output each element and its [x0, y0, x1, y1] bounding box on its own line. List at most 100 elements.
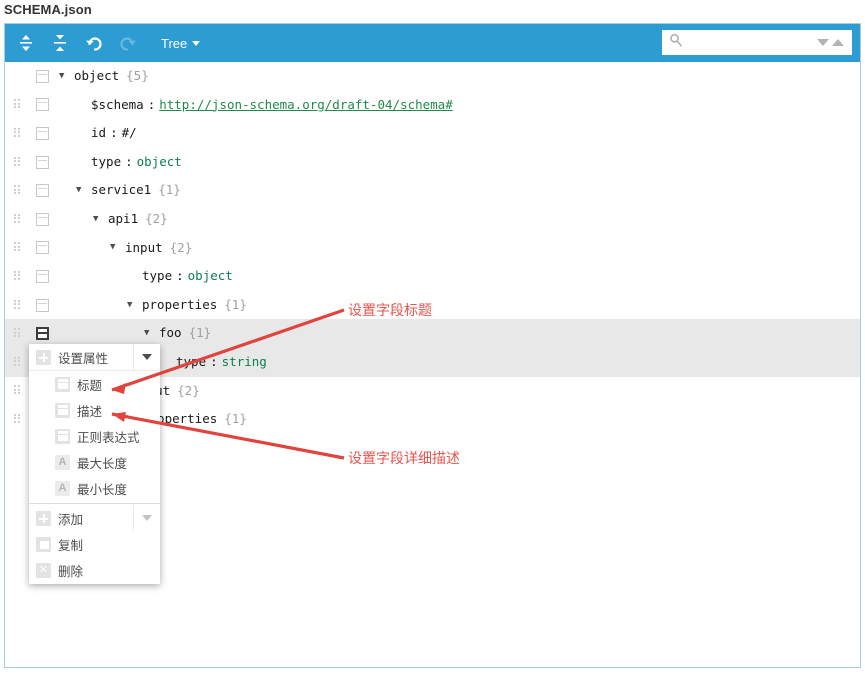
context-menu-item[interactable]: 标题 — [29, 371, 160, 397]
tree-row-value[interactable]: #/ — [122, 127, 137, 140]
child-count: {2} — [145, 211, 168, 227]
tree-row-content: $schema: http://json-schema.org/draft-04/… — [76, 98, 453, 112]
drag-handle-icon[interactable] — [10, 377, 24, 406]
context-menu-item[interactable]: A 最小长度 — [29, 475, 160, 501]
search-navigation — [817, 39, 851, 46]
tree-row-content: type: object — [76, 155, 182, 169]
expander-triangle-icon[interactable]: ▼ — [144, 329, 156, 338]
drag-handle-icon[interactable] — [10, 319, 24, 348]
tree-row[interactable]: ▼ object {5} — [5, 62, 860, 91]
drag-handle-icon[interactable] — [10, 348, 24, 377]
drag-handle-icon — [10, 62, 24, 91]
drag-handle-icon[interactable] — [10, 405, 24, 434]
tree-row[interactable]: ▼ input {2} — [5, 234, 860, 263]
redo-icon[interactable] — [113, 28, 143, 58]
tree-row-value[interactable]: object — [137, 155, 182, 169]
tree-row[interactable]: type: object — [5, 262, 860, 291]
row-menu-button[interactable] — [36, 212, 49, 226]
tree-row-value[interactable]: object — [188, 270, 233, 283]
undo-icon[interactable] — [79, 28, 109, 58]
tree-row[interactable]: $schema: http://json-schema.org/draft-04/… — [5, 91, 860, 120]
tree-row[interactable]: ▼ service1 {1} — [5, 176, 860, 205]
row-menu-button[interactable] — [36, 269, 49, 283]
text-field-icon — [55, 376, 70, 392]
caret-down-icon[interactable] — [133, 505, 160, 531]
tree-row-content: ▼ input {2} — [110, 241, 192, 255]
tree-row-content: ▼ service1 {1} — [76, 184, 181, 197]
expander-triangle-icon[interactable]: ▼ — [59, 71, 71, 81]
triangle-down-icon[interactable] — [817, 39, 829, 46]
expander-triangle-icon[interactable]: ▼ — [110, 243, 122, 252]
tree-row-value-link[interactable]: http://json-schema.org/draft-04/schema# — [159, 98, 453, 112]
annotation-set-field-description: 设置字段详细描述 — [348, 451, 460, 467]
tree-row[interactable]: id: #/ — [5, 119, 860, 148]
tree-row-content: type: string — [161, 355, 267, 369]
row-menu-button[interactable] — [36, 126, 49, 140]
tree-row-key[interactable]: service1 — [91, 184, 151, 197]
tree-row-key[interactable]: $schema — [91, 98, 144, 112]
tree-row[interactable]: type: object — [5, 148, 860, 177]
drag-handle-icon[interactable] — [10, 262, 24, 291]
drag-handle-icon[interactable] — [10, 205, 24, 234]
context-menu-item[interactable]: 添加 — [29, 505, 160, 531]
tree-row[interactable]: ▼properties {1} — [5, 291, 860, 320]
context-menu-item[interactable]: A 最大长度 — [29, 449, 160, 475]
search-box[interactable] — [662, 30, 852, 55]
tree-row-key[interactable]: type — [91, 155, 121, 169]
tree-row[interactable]: ▼ api1 {2} — [5, 205, 860, 234]
drag-handle-icon[interactable] — [10, 119, 24, 148]
drag-handle-icon[interactable] — [10, 176, 24, 205]
tree-row-key[interactable]: type — [176, 355, 206, 369]
drag-handle-icon[interactable] — [10, 234, 24, 263]
tree-row-key[interactable]: input — [125, 241, 163, 255]
context-menu-item[interactable]: 复制 — [29, 531, 160, 557]
key-value-separator: : — [110, 125, 118, 141]
plus-icon — [36, 349, 51, 365]
row-menu-button[interactable] — [36, 184, 49, 198]
context-menu-item-label: 正则表达式 — [77, 430, 140, 445]
expander-triangle-icon[interactable]: ▼ — [93, 214, 105, 224]
row-menu-button[interactable] — [36, 155, 49, 169]
row-menu-button[interactable] — [36, 298, 49, 312]
editor-toolbar: Tree — [5, 24, 860, 62]
expand-all-icon[interactable] — [11, 28, 41, 58]
child-count: {1} — [224, 411, 247, 427]
tree-row-key[interactable]: object — [74, 70, 119, 83]
tree-row-content: ▼ api1 {2} — [93, 213, 168, 226]
tree-row-content: id: #/ — [76, 127, 137, 140]
drag-dots-icon — [14, 185, 20, 196]
tree-row-value[interactable]: string — [222, 355, 267, 369]
text-field-icon — [55, 402, 70, 418]
tree-row-content: ▼ foo {1} — [144, 327, 211, 340]
row-menu-button[interactable] — [36, 327, 49, 341]
triangle-up-icon[interactable] — [832, 39, 844, 46]
tree-row-key[interactable]: api1 — [108, 213, 138, 226]
context-menu-item-label: 复制 — [58, 538, 84, 553]
tree-row-key[interactable]: foo — [159, 327, 182, 340]
tree-row-key[interactable]: type — [142, 270, 172, 283]
row-menu-button[interactable] — [36, 241, 49, 255]
drag-handle-icon[interactable] — [10, 291, 24, 320]
tree-row-key[interactable]: id — [91, 127, 106, 140]
tree-row-key[interactable]: properties — [142, 298, 217, 312]
row-menu-button[interactable] — [36, 69, 49, 83]
search-input[interactable] — [687, 30, 817, 55]
context-menu-item[interactable]: 描述 — [29, 397, 160, 423]
copy-icon — [36, 536, 51, 552]
collapse-all-icon[interactable] — [45, 28, 75, 58]
text-field-icon — [55, 428, 70, 444]
mode-dropdown-tree[interactable]: Tree — [161, 36, 201, 51]
drag-dots-icon — [14, 156, 20, 168]
context-menu-item-label: 最大长度 — [77, 456, 128, 471]
caret-down-icon[interactable] — [133, 344, 160, 370]
annotation-set-field-title: 设置字段标题 — [348, 303, 432, 319]
expander-triangle-icon[interactable]: ▼ — [127, 300, 139, 310]
expander-triangle-icon[interactable]: ▼ — [76, 186, 88, 195]
drag-handle-icon[interactable] — [10, 91, 24, 120]
tree-row-content: ▼properties {1} — [127, 298, 247, 312]
drag-handle-icon[interactable] — [10, 148, 24, 177]
context-menu-item[interactable]: ✕ 删除 — [29, 557, 160, 583]
row-menu-button[interactable] — [36, 98, 49, 112]
context-menu-item[interactable]: 正则表达式 — [29, 423, 160, 449]
context-menu-header-set-properties[interactable]: 设置属性 — [29, 344, 160, 371]
